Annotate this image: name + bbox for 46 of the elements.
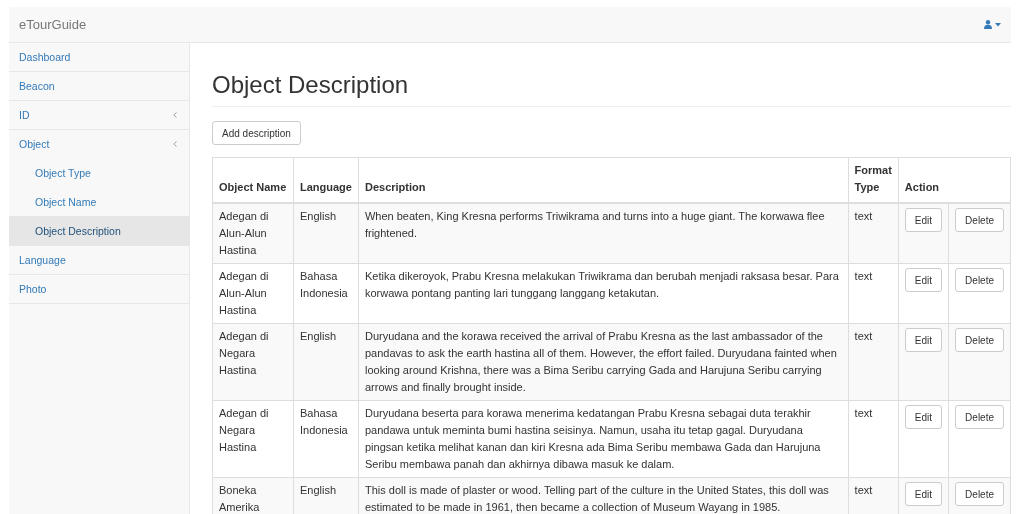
caret-icon[interactable] xyxy=(995,22,1001,27)
table-cell: English xyxy=(293,323,359,401)
delete-button[interactable]: Delete xyxy=(955,268,1004,292)
table-cell: text xyxy=(848,263,899,324)
table-cell: Boneka Amerika xyxy=(212,477,294,514)
sidebar-subitem[interactable]: Object Type xyxy=(9,158,189,187)
table-cell: Bahasa Indonesia xyxy=(293,263,359,324)
sidebar-subitem[interactable]: Object Description xyxy=(9,216,189,246)
table-cell: Ketika dikeroyok, Prabu Kresna melakukan Triwikrama dan berubah menjadi raksasa besar. Para korwawa pontang panting lari tunggang langgang ketakutan. xyxy=(358,263,849,324)
sidebar-subitem[interactable]: Object Name xyxy=(9,187,189,216)
table-cell: Adegan di Negara Hastina xyxy=(212,400,294,478)
edit-button[interactable]: Edit xyxy=(904,208,943,232)
sidebar-item[interactable]: Photo xyxy=(9,275,189,304)
brand-title[interactable]: eTourGuide xyxy=(19,17,87,32)
sidebar-item[interactable]: ID xyxy=(9,101,189,130)
sidebar-item[interactable]: Beacon xyxy=(9,72,189,101)
table-cell: Bahasa Indonesia xyxy=(293,400,359,478)
table-cell: Duryudana beserta para korawa menerima kedatangan Prabu Kresna sebagai duta terakhir pandawa untuk meminta bumi hastina seisinya. Namun, usaha itu tetap gagal. Duryudana pingsan ketika melihat kanan dan kiri Kresna ada Bima Seribu membawa Gada dan Harujuna Seribu membawa panah dan akhirnya dibawa masuk ke dalam. xyxy=(358,400,849,478)
table-cell: Duryudana and the korawa received the arrival of Prabu Kresna as the last ambassador of the pandavas to ask the earth hastina all of them. However, the effort failed. Duryudana fainted when looking around Krishna, there was a Bima Seribu carrying Gada and Harujuna Seribu carrying arrows and finally brought inside. xyxy=(358,323,849,401)
chevron-icon xyxy=(173,141,177,147)
table-cell: English xyxy=(293,477,359,514)
chevron-icon xyxy=(173,112,177,118)
table-cell: Adegan di Alun-Alun Hastina xyxy=(212,203,294,264)
edit-button[interactable]: Edit xyxy=(904,405,943,429)
table-cell: text xyxy=(848,323,899,401)
page-title: Object Description xyxy=(212,71,1011,107)
edit-button[interactable]: Edit xyxy=(904,268,943,292)
sidebar-item[interactable]: Dashboard xyxy=(9,43,189,72)
table-cell: English xyxy=(293,203,359,264)
delete-button[interactable]: Delete xyxy=(955,405,1004,429)
sidebar-item[interactable]: Language xyxy=(9,246,189,275)
table-cell: text xyxy=(848,477,899,514)
table-cell: text xyxy=(848,400,899,478)
delete-button[interactable]: Delete xyxy=(955,482,1004,506)
table-cell: Adegan di Negara Hastina xyxy=(212,323,294,401)
table-cell: text xyxy=(848,203,899,264)
edit-button[interactable]: Edit xyxy=(904,482,943,506)
edit-button[interactable]: Edit xyxy=(904,328,943,352)
user-icon[interactable] xyxy=(984,20,992,29)
delete-button[interactable]: Delete xyxy=(955,208,1004,232)
delete-button[interactable]: Delete xyxy=(955,328,1004,352)
table-cell: This doll is made of plaster or wood. Telling part of the culture in the United States, this doll was estimated to be made in 1961, then became a collection of Museum Wayang in 1985. xyxy=(358,477,849,514)
sidebar-item[interactable]: Object xyxy=(9,130,189,158)
table-cell: When beaten, King Kresna performs Triwikrama and turns into a huge giant. The korwawa flee frightened. xyxy=(358,203,849,264)
add-description-button[interactable]: Add description xyxy=(212,121,301,145)
table-cell: Adegan di Alun-Alun Hastina xyxy=(212,263,294,324)
